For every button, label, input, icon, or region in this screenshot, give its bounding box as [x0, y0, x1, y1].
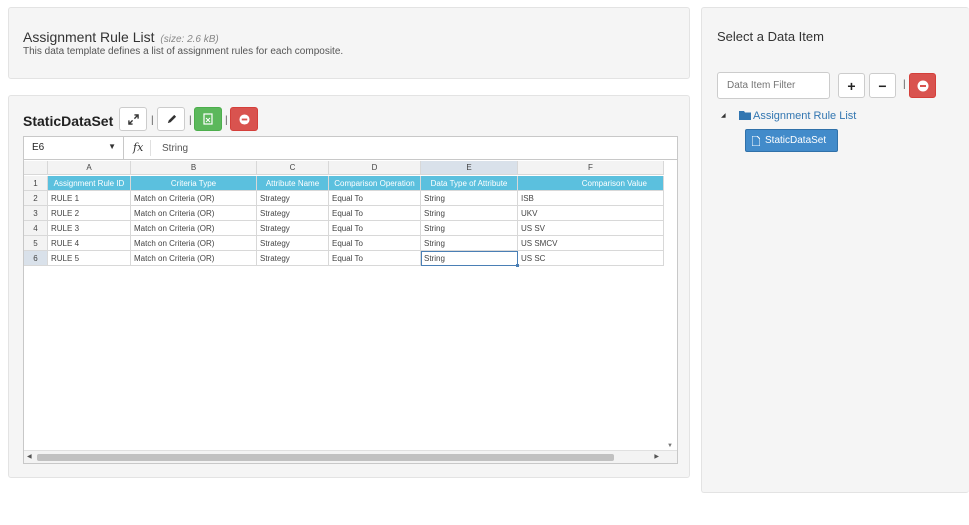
table-cell[interactable]: String	[421, 221, 518, 236]
template-description: This data template defines a list of ass…	[23, 46, 344, 57]
formula-input[interactable]: String	[162, 143, 188, 154]
toolbar-separator: |	[903, 79, 906, 90]
template-title: Assignment Rule List (size: 2.6 kB)	[23, 29, 219, 45]
row-header-6[interactable]: 6	[24, 251, 48, 266]
expand-all-button[interactable]: +	[838, 73, 865, 98]
table-cell[interactable]: Match on Criteria (OR)	[131, 236, 257, 251]
table-cell[interactable]: Strategy	[257, 191, 329, 206]
tree-item-label: StaticDataSet	[765, 135, 827, 146]
folder-icon	[739, 111, 751, 120]
table-cell[interactable]: Equal To	[329, 206, 421, 221]
table-cell[interactable]: Equal To	[329, 236, 421, 251]
row-header-4[interactable]: 4	[24, 221, 48, 236]
data-item-panel: Select a Data Item + − | ◢ Assignment Ru…	[701, 7, 969, 493]
data-item-filter-input[interactable]	[717, 72, 830, 99]
table-cell[interactable]: UKV	[518, 206, 664, 221]
spreadsheet[interactable]: E6 ▼ fx String A B C D E F 1 Assignment Rule ID…	[23, 136, 678, 464]
dataset-panel: StaticDataSet | | | E6 ▼ fx String ABCDE…	[8, 95, 690, 478]
formula-bar: E6 ▼ fx String	[24, 137, 677, 160]
fill-handle[interactable]	[516, 264, 519, 267]
scroll-down-icon[interactable]: ▼	[667, 443, 673, 449]
scroll-thumb[interactable]	[37, 454, 614, 461]
dataset-title: StaticDataSet	[23, 113, 114, 129]
table-cell[interactable]: US SV	[518, 221, 664, 236]
table-cell[interactable]: Equal To	[329, 251, 421, 266]
export-button[interactable]	[194, 107, 222, 131]
collapse-all-button[interactable]: −	[869, 73, 896, 98]
horizontal-scrollbar[interactable]: ◀ ▶	[24, 450, 677, 463]
table-cell[interactable]: Match on Criteria (OR)	[131, 191, 257, 206]
row-header-1[interactable]: 1	[24, 176, 48, 191]
table-cell[interactable]: Strategy	[257, 206, 329, 221]
select-all-corner[interactable]	[24, 161, 48, 175]
row-header-2[interactable]: 2	[24, 191, 48, 206]
column-header-b[interactable]: B	[131, 161, 257, 175]
delete-button[interactable]	[230, 107, 258, 131]
table-cell[interactable]: Strategy	[257, 251, 329, 266]
table-header-cell[interactable]: Comparison Operation	[329, 176, 421, 191]
tree-folder-assignment-rule-list[interactable]: Assignment Rule List	[753, 110, 856, 122]
expand-button[interactable]	[119, 107, 147, 131]
table-cell[interactable]: Strategy	[257, 236, 329, 251]
chevron-down-icon[interactable]: ▼	[108, 142, 116, 151]
cell-reference: E6	[32, 142, 45, 153]
row-header-3[interactable]: 3	[24, 206, 48, 221]
column-header-d[interactable]: D	[329, 161, 421, 175]
minus-circle-icon	[917, 80, 928, 91]
table-cell[interactable]: US SMCV	[518, 236, 664, 251]
column-header-a[interactable]: A	[48, 161, 131, 175]
table-header-cell[interactable]: Data Type of Attribute	[421, 176, 518, 191]
table-cell[interactable]: String	[421, 236, 518, 251]
toolbar-separator: |	[225, 115, 228, 126]
table-cell[interactable]: ISB	[518, 191, 664, 206]
panel-title: Select a Data Item	[717, 29, 824, 44]
table-cell[interactable]: Strategy	[257, 221, 329, 236]
table-cell[interactable]: RULE 5	[48, 251, 131, 266]
table-cell[interactable]: Match on Criteria (OR)	[131, 221, 257, 236]
table-header-cell[interactable]: Comparison Value	[518, 176, 664, 191]
column-header-c[interactable]: C	[257, 161, 329, 175]
pencil-icon	[167, 114, 176, 123]
column-header-e[interactable]: E	[421, 161, 518, 175]
table-cell[interactable]: Match on Criteria (OR)	[131, 251, 257, 266]
cell-reference-box[interactable]: E6 ▼	[24, 137, 124, 159]
vertical-scrollbar[interactable]: ▼	[664, 161, 677, 451]
table-header-cell[interactable]: Assignment Rule ID	[48, 176, 131, 191]
column-header-f[interactable]: F	[518, 161, 664, 175]
table-cell[interactable]: US SC	[518, 251, 664, 266]
template-title-text: Assignment Rule List	[23, 29, 155, 45]
tree-item-staticdataset[interactable]: StaticDataSet	[745, 129, 838, 152]
table-header-cell[interactable]: Attribute Name	[257, 176, 329, 191]
file-icon	[752, 135, 760, 146]
table-header-cell[interactable]: Criteria Type	[131, 176, 257, 191]
table-cell[interactable]: RULE 3	[48, 221, 131, 236]
table-cell[interactable]: String	[421, 206, 518, 221]
table-cell[interactable]: RULE 4	[48, 236, 131, 251]
table-cell[interactable]: Equal To	[329, 191, 421, 206]
tree-expanded-icon[interactable]: ◢	[721, 112, 726, 119]
divider	[150, 140, 151, 156]
table-cell[interactable]: String	[421, 251, 518, 266]
edit-button[interactable]	[157, 107, 185, 131]
spreadsheet-icon	[203, 113, 213, 125]
remove-item-button[interactable]	[909, 73, 936, 98]
scroll-left-icon[interactable]: ◀	[27, 453, 32, 460]
minus-circle-icon	[238, 113, 250, 125]
toolbar-separator: |	[189, 115, 192, 126]
table-cell[interactable]: RULE 2	[48, 206, 131, 221]
table-cell[interactable]: RULE 1	[48, 191, 131, 206]
expand-icon	[127, 113, 139, 125]
scroll-right-icon[interactable]: ▶	[654, 453, 659, 460]
template-size: (size: 2.6 kB)	[160, 34, 219, 45]
toolbar-separator: |	[151, 115, 154, 126]
table-cell[interactable]: String	[421, 191, 518, 206]
function-icon: fx	[133, 141, 144, 154]
row-header-5[interactable]: 5	[24, 236, 48, 251]
template-header-panel: Assignment Rule List (size: 2.6 kB) This…	[8, 7, 690, 79]
table-cell[interactable]: Equal To	[329, 221, 421, 236]
table-cell[interactable]: Match on Criteria (OR)	[131, 206, 257, 221]
